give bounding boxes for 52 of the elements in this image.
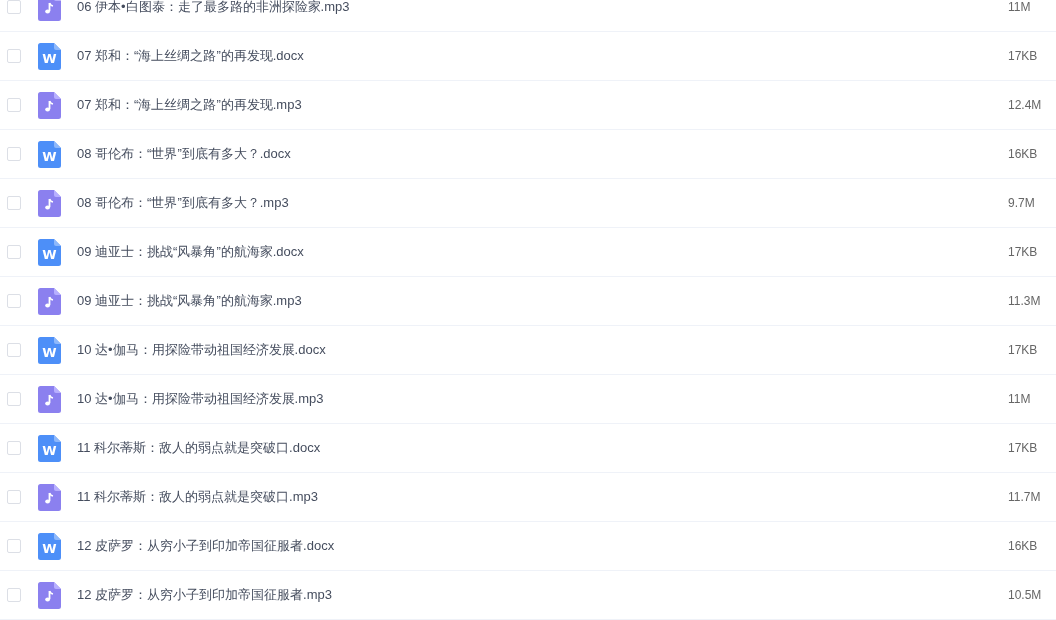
file-size: 17KB — [1008, 245, 1039, 259]
file-name[interactable]: 09 迪亚士：挑战“风暴角”的航海家.mp3 — [77, 292, 1008, 310]
checkbox[interactable] — [7, 49, 21, 63]
file-name[interactable]: 11 科尔蒂斯：敌人的弱点就是突破口.mp3 — [77, 488, 1008, 506]
checkbox[interactable] — [7, 392, 21, 406]
file-size: 11M — [1008, 392, 1032, 406]
document-icon: W — [38, 42, 61, 70]
checkbox[interactable] — [7, 294, 21, 308]
checkbox[interactable] — [7, 0, 21, 14]
file-size: 10.5M — [1008, 588, 1043, 602]
checkbox[interactable] — [7, 490, 21, 504]
music-file-icon — [38, 287, 61, 315]
file-size: 17KB — [1008, 343, 1039, 357]
file-size: 12.4M — [1008, 98, 1043, 112]
checkbox[interactable] — [7, 343, 21, 357]
file-size: 17KB — [1008, 441, 1039, 455]
file-name[interactable]: 11 科尔蒂斯：敌人的弱点就是突破口.docx — [77, 439, 1008, 457]
checkbox[interactable] — [7, 588, 21, 602]
checkbox[interactable] — [7, 245, 21, 259]
document-icon: W — [38, 336, 61, 364]
file-name[interactable]: 07 郑和：“海上丝绸之路”的再发现.docx — [77, 47, 1008, 65]
file-size: 11.7M — [1008, 490, 1042, 504]
file-name[interactable]: 07 郑和：“海上丝绸之路”的再发现.mp3 — [77, 96, 1008, 114]
file-size: 11M — [1008, 0, 1032, 14]
music-file-icon — [38, 0, 61, 21]
file-size: 17KB — [1008, 49, 1039, 63]
document-icon: W — [38, 238, 61, 266]
file-size: 16KB — [1008, 147, 1039, 161]
document-icon: W — [38, 434, 61, 462]
file-name[interactable]: 06 伊本•白图泰：走了最多路的非洲探险家.mp3 — [77, 0, 1008, 16]
file-name[interactable]: 10 达•伽马：用探险带动祖国经济发展.mp3 — [77, 390, 1008, 408]
document-icon: W — [38, 140, 61, 168]
checkbox[interactable] — [7, 98, 21, 112]
checkbox[interactable] — [7, 539, 21, 553]
music-file-icon — [38, 581, 61, 609]
music-file-icon — [38, 91, 61, 119]
file-size: 9.7M — [1008, 196, 1036, 210]
music-file-icon — [38, 189, 61, 217]
file-name[interactable]: 10 达•伽马：用探险带动祖国经济发展.docx — [77, 341, 1008, 359]
file-size: 16KB — [1008, 539, 1039, 553]
file-name[interactable]: 08 哥伦布：“世界”到底有多大？.docx — [77, 145, 1008, 163]
file-name[interactable]: 12 皮萨罗：从穷小子到印加帝国征服者.mp3 — [77, 586, 1008, 604]
music-file-icon — [38, 385, 61, 413]
file-name[interactable]: 09 迪亚士：挑战“风暴角”的航海家.docx — [77, 243, 1008, 261]
checkbox[interactable] — [7, 441, 21, 455]
file-size: 11.3M — [1008, 294, 1042, 308]
checkbox[interactable] — [7, 147, 21, 161]
file-name[interactable]: 08 哥伦布：“世界”到底有多大？.mp3 — [77, 194, 1008, 212]
checkbox[interactable] — [7, 196, 21, 210]
document-icon: W — [38, 532, 61, 560]
file-name[interactable]: 12 皮萨罗：从穷小子到印加帝国征服者.docx — [77, 537, 1008, 555]
music-file-icon — [38, 483, 61, 511]
